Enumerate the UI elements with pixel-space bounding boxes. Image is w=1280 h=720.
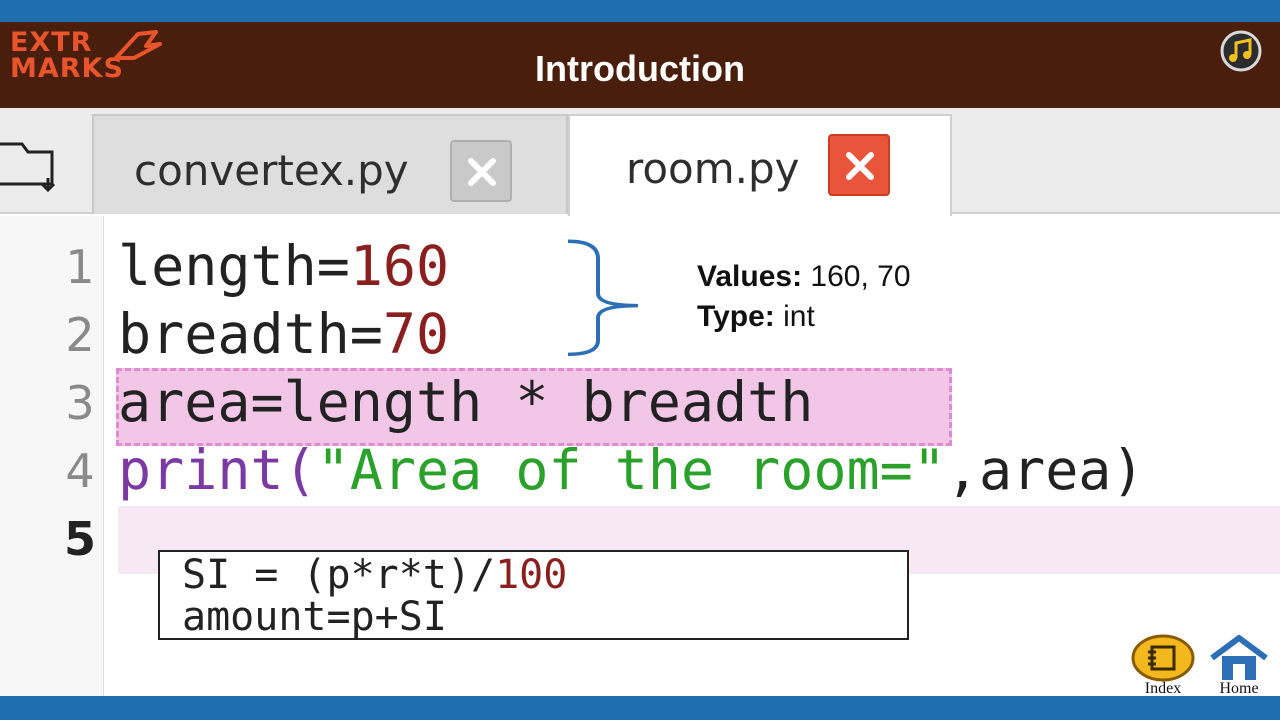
- assign-op: =: [349, 302, 383, 366]
- line-number-current: 5: [63, 512, 96, 566]
- line-number: 1: [65, 240, 95, 294]
- print-keyword: print: [118, 438, 284, 502]
- line-number-gutter: 1 2 3 4 5: [0, 216, 104, 696]
- tab-close-button[interactable]: [450, 140, 512, 202]
- open-paren: (: [283, 438, 317, 502]
- tab-close-button[interactable]: [828, 134, 890, 196]
- tab-room[interactable]: room.py: [568, 114, 952, 216]
- type-label: Type:: [697, 300, 775, 333]
- close-x-icon: [846, 152, 874, 180]
- assign-op: =: [316, 234, 350, 298]
- number-literal: 70: [382, 302, 450, 366]
- header-bar: EXTR MARKS Introduction: [0, 22, 1280, 108]
- values-label: Values:: [697, 260, 803, 293]
- string-literal: "Area of the room=": [316, 438, 946, 502]
- frame-top-bar: [0, 0, 1280, 22]
- formula-box: SI = (p*r*t)/100 amount=p+SI: [158, 550, 909, 640]
- var-breadth: breadth: [118, 302, 350, 366]
- tab-label: room.py: [626, 144, 800, 193]
- curly-brace-icon: [567, 239, 639, 356]
- frame-bottom-bar: [0, 696, 1280, 720]
- tab-convertex[interactable]: convertex.py: [92, 114, 568, 214]
- page-title: Introduction: [535, 48, 745, 89]
- formula-line-2: amount=p+SI: [182, 594, 447, 640]
- formula-code: SI = (p*r*t)/: [182, 552, 496, 598]
- formula-line-1: SI = (p*r*t)/100: [182, 552, 567, 598]
- values-text: 160, 70: [810, 260, 911, 293]
- music-note-icon[interactable]: [1220, 30, 1262, 72]
- code-line-4[interactable]: print("Area of the room=",area): [118, 438, 1145, 502]
- line-number: 2: [65, 308, 95, 362]
- home-button[interactable]: Home: [1206, 634, 1272, 698]
- code-editor[interactable]: 1 2 3 4 5 length=160 breadth=70 area=len…: [0, 216, 1280, 698]
- index-button[interactable]: Index: [1130, 634, 1196, 698]
- code-line-1[interactable]: length=160: [118, 234, 449, 298]
- print-args: ,area): [945, 438, 1145, 502]
- folder-icon[interactable]: [0, 138, 66, 198]
- type-text: int: [783, 300, 815, 333]
- var-length: length: [118, 234, 317, 298]
- close-x-icon: [468, 158, 496, 186]
- tab-label: convertex.py: [134, 146, 409, 195]
- code-line-2[interactable]: breadth=70: [118, 302, 449, 366]
- index-icon: [1131, 634, 1195, 682]
- line-number: 3: [65, 376, 95, 430]
- number-literal: 160: [349, 234, 450, 298]
- tab-strip: convertex.py room.py: [0, 108, 1280, 216]
- code-line-3[interactable]: area=length * breadth: [118, 370, 813, 434]
- formula-number: 100: [495, 552, 568, 598]
- home-icon: [1210, 635, 1268, 680]
- line-number: 4: [65, 444, 95, 498]
- values-note: Values: 160, 70: [697, 260, 911, 294]
- type-note: Type: int: [697, 300, 815, 334]
